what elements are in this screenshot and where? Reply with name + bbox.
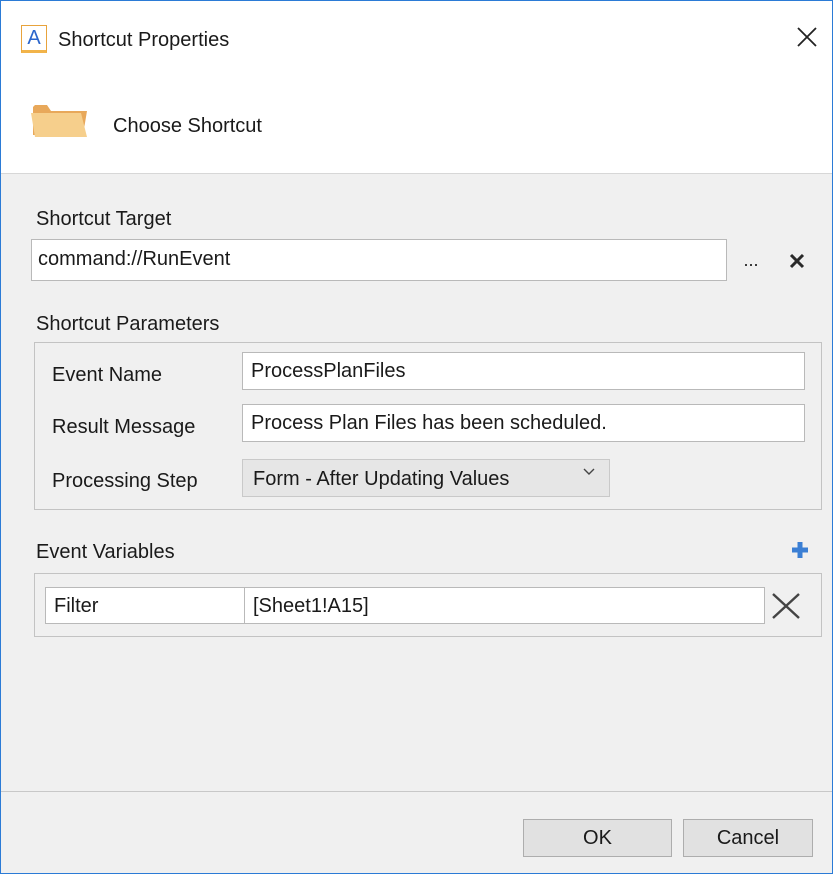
cancel-button[interactable]: Cancel [683, 819, 813, 857]
window-title: Shortcut Properties [58, 29, 230, 51]
processing-step-value: Form - After Updating Values [253, 468, 510, 490]
shortcut-parameters-label: Shortcut Parameters [36, 313, 220, 335]
browse-button[interactable]: ... [738, 251, 764, 275]
processing-step-label: Processing Step [52, 470, 198, 492]
variable-value-input[interactable]: [Sheet1!A15] [244, 587, 765, 624]
folder-icon [31, 105, 87, 137]
shortcut-properties-dialog: A Shortcut Properties Choose Shortcut Sh… [0, 0, 833, 874]
event-name-input[interactable]: ProcessPlanFiles [242, 352, 805, 390]
event-variables-label: Event Variables [36, 541, 175, 563]
processing-step-select[interactable]: Form - After Updating Values [242, 459, 610, 497]
variable-name-input[interactable]: Filter [45, 587, 245, 624]
result-message-input[interactable]: Process Plan Files has been scheduled. [242, 404, 805, 442]
close-icon [797, 27, 817, 47]
result-message-label: Result Message [52, 416, 196, 438]
ok-button[interactable]: OK [523, 819, 672, 857]
shortcut-target-label: Shortcut Target [36, 208, 172, 230]
app-icon-letter: A [27, 27, 41, 49]
chevron-down-icon [583, 468, 595, 475]
remove-variable-icon[interactable] [769, 592, 803, 620]
dialog-header: Choose Shortcut [1, 81, 832, 174]
choose-shortcut-label: Choose Shortcut [113, 115, 262, 137]
title-bar: A Shortcut Properties [1, 1, 832, 81]
shortcut-target-input[interactable]: command://RunEvent [31, 239, 727, 281]
event-name-label: Event Name [52, 364, 163, 386]
close-button[interactable] [782, 15, 832, 59]
plus-icon[interactable] [791, 541, 809, 559]
app-icon: A [21, 25, 47, 53]
clear-target-icon[interactable] [784, 248, 810, 274]
footer-separator [1, 791, 832, 792]
